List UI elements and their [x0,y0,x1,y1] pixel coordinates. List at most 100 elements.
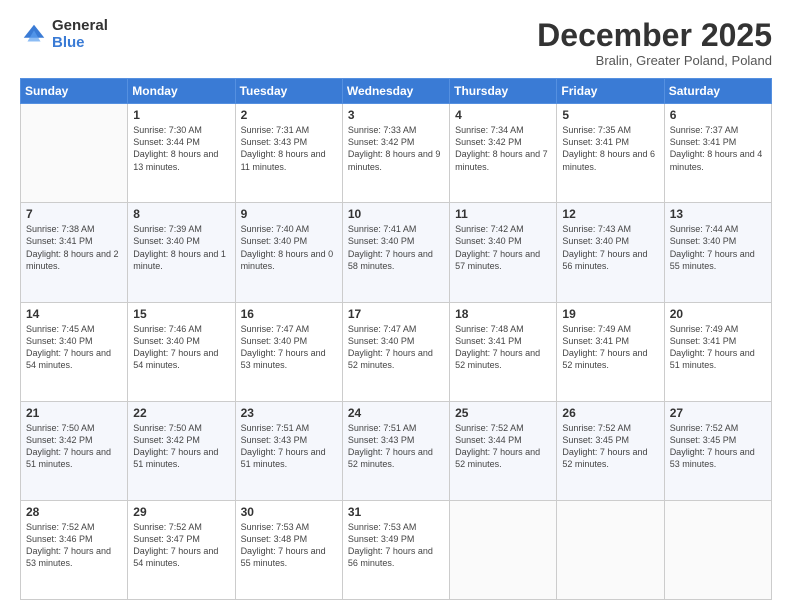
calendar-cell: 14Sunrise: 7:45 AMSunset: 3:40 PMDayligh… [21,302,128,401]
cell-info: Sunrise: 7:30 AMSunset: 3:44 PMDaylight:… [133,124,229,173]
calendar-cell: 19 Sunrise: 7:49 AMSunset: 3:41 PMDayligh… [557,302,664,401]
day-header-wednesday: Wednesday [342,79,449,104]
calendar-cell: 4Sunrise: 7:34 AMSunset: 3:42 PMDaylight… [450,104,557,203]
calendar-cell: 30 Sunrise: 7:53 AMSunset: 3:48 PMDayligh… [235,500,342,599]
day-number: 17 [348,307,444,321]
location: Bralin, Greater Poland, Poland [537,53,772,68]
calendar-cell: 7Sunrise: 7:38 AMSunset: 3:41 PMDaylight… [21,203,128,302]
calendar-cell: 1 Sunrise: 7:30 AMSunset: 3:44 PMDaylight… [128,104,235,203]
month-title: December 2025 [537,18,772,53]
calendar-cell: 16Sunrise: 7:47 AMSunset: 3:40 PMDayligh… [235,302,342,401]
day-header-friday: Friday [557,79,664,104]
week-row-5: 28Sunrise: 7:52 AMSunset: 3:46 PMDayligh… [21,500,772,599]
day-number: 27 [670,406,766,420]
cell-info: Sunrise: 7:43 AMSunset: 3:40 PMDaylight:… [562,223,658,272]
cell-info: Sunrise: 7:47 AMSunset: 3:40 PMDaylight:… [241,323,337,372]
cell-info: Sunrise: 7:38 AMSunset: 3:41 PMDaylight:… [26,223,122,272]
calendar-cell: 5 Sunrise: 7:35 AMSunset: 3:41 PMDaylight… [557,104,664,203]
cell-info: Sunrise: 7:34 AMSunset: 3:42 PMDaylight:… [455,124,551,173]
cell-info: Sunrise: 7:37 AMSunset: 3:41 PMDaylight:… [670,124,766,173]
week-row-2: 7Sunrise: 7:38 AMSunset: 3:41 PMDaylight… [21,203,772,302]
day-number: 3 [348,108,444,122]
day-number: 18 [455,307,551,321]
day-number: 29 [133,505,229,519]
cell-info: Sunrise: 7:41 AMSunset: 3:40 PMDaylight:… [348,223,444,272]
calendar-cell [557,500,664,599]
calendar-cell [450,500,557,599]
calendar-cell: 18 Sunrise: 7:48 AMSunset: 3:41 PMDayligh… [450,302,557,401]
cell-info: Sunrise: 7:48 AMSunset: 3:41 PMDaylight:… [455,323,551,372]
header: General Blue December 2025 Bralin, Great… [20,18,772,68]
cell-info: Sunrise: 7:42 AMSunset: 3:40 PMDaylight:… [455,223,551,272]
day-number: 6 [670,108,766,122]
day-number: 19 [562,307,658,321]
day-number: 1 [133,108,229,122]
cell-info: Sunrise: 7:53 AMSunset: 3:49 PMDaylight:… [348,521,444,570]
header-row: SundayMondayTuesdayWednesdayThursdayFrid… [21,79,772,104]
week-row-1: 1 Sunrise: 7:30 AMSunset: 3:44 PMDaylight… [21,104,772,203]
day-number: 5 [562,108,658,122]
calendar-cell: 31 Sunrise: 7:53 AMSunset: 3:49 PMDayligh… [342,500,449,599]
week-row-3: 14Sunrise: 7:45 AMSunset: 3:40 PMDayligh… [21,302,772,401]
calendar-cell [664,500,771,599]
calendar-cell: 2 Sunrise: 7:31 AMSunset: 3:43 PMDaylight… [235,104,342,203]
day-header-tuesday: Tuesday [235,79,342,104]
page: General Blue December 2025 Bralin, Great… [0,0,792,612]
cell-info: Sunrise: 7:51 AMSunset: 3:43 PMDaylight:… [348,422,444,471]
day-number: 9 [241,207,337,221]
calendar-table: SundayMondayTuesdayWednesdayThursdayFrid… [20,78,772,600]
calendar-cell: 12 Sunrise: 7:43 AMSunset: 3:40 PMDayligh… [557,203,664,302]
cell-info: Sunrise: 7:51 AMSunset: 3:43 PMDaylight:… [241,422,337,471]
title-block: December 2025 Bralin, Greater Poland, Po… [537,18,772,68]
calendar-cell: 25 Sunrise: 7:52 AMSunset: 3:44 PMDayligh… [450,401,557,500]
week-row-4: 21 Sunrise: 7:50 AMSunset: 3:42 PMDayligh… [21,401,772,500]
cell-info: Sunrise: 7:52 AMSunset: 3:45 PMDaylight:… [670,422,766,471]
cell-info: Sunrise: 7:52 AMSunset: 3:44 PMDaylight:… [455,422,551,471]
cell-info: Sunrise: 7:31 AMSunset: 3:43 PMDaylight:… [241,124,337,173]
calendar-cell [21,104,128,203]
day-number: 22 [133,406,229,420]
day-number: 15 [133,307,229,321]
day-header-sunday: Sunday [21,79,128,104]
day-number: 2 [241,108,337,122]
day-number: 28 [26,505,122,519]
calendar-cell: 29 Sunrise: 7:52 AMSunset: 3:47 PMDayligh… [128,500,235,599]
calendar-cell: 27 Sunrise: 7:52 AMSunset: 3:45 PMDayligh… [664,401,771,500]
cell-info: Sunrise: 7:47 AMSunset: 3:40 PMDaylight:… [348,323,444,372]
calendar-cell: 11 Sunrise: 7:42 AMSunset: 3:40 PMDayligh… [450,203,557,302]
day-number: 24 [348,406,444,420]
calendar-cell: 9 Sunrise: 7:40 AMSunset: 3:40 PMDaylight… [235,203,342,302]
cell-info: Sunrise: 7:50 AMSunset: 3:42 PMDaylight:… [26,422,122,471]
day-number: 23 [241,406,337,420]
day-number: 11 [455,207,551,221]
calendar-cell: 10Sunrise: 7:41 AMSunset: 3:40 PMDayligh… [342,203,449,302]
calendar-cell: 24 Sunrise: 7:51 AMSunset: 3:43 PMDayligh… [342,401,449,500]
day-number: 21 [26,406,122,420]
calendar-cell: 28Sunrise: 7:52 AMSunset: 3:46 PMDayligh… [21,500,128,599]
cell-info: Sunrise: 7:52 AMSunset: 3:47 PMDaylight:… [133,521,229,570]
day-number: 14 [26,307,122,321]
cell-info: Sunrise: 7:49 AMSunset: 3:41 PMDaylight:… [670,323,766,372]
calendar-cell: 23 Sunrise: 7:51 AMSunset: 3:43 PMDayligh… [235,401,342,500]
day-number: 30 [241,505,337,519]
day-header-monday: Monday [128,79,235,104]
cell-info: Sunrise: 7:49 AMSunset: 3:41 PMDaylight:… [562,323,658,372]
logo: General Blue [20,18,108,51]
day-number: 31 [348,505,444,519]
day-number: 12 [562,207,658,221]
day-header-saturday: Saturday [664,79,771,104]
cell-info: Sunrise: 7:40 AMSunset: 3:40 PMDaylight:… [241,223,337,272]
logo-blue-text: Blue [52,35,108,52]
calendar-cell: 8Sunrise: 7:39 AMSunset: 3:40 PMDaylight… [128,203,235,302]
calendar-cell: 3 Sunrise: 7:33 AMSunset: 3:42 PMDaylight… [342,104,449,203]
day-number: 13 [670,207,766,221]
day-number: 26 [562,406,658,420]
cell-info: Sunrise: 7:39 AMSunset: 3:40 PMDaylight:… [133,223,229,272]
calendar-cell: 20Sunrise: 7:49 AMSunset: 3:41 PMDayligh… [664,302,771,401]
cell-info: Sunrise: 7:53 AMSunset: 3:48 PMDaylight:… [241,521,337,570]
cell-info: Sunrise: 7:33 AMSunset: 3:42 PMDaylight:… [348,124,444,173]
day-header-thursday: Thursday [450,79,557,104]
cell-info: Sunrise: 7:52 AMSunset: 3:45 PMDaylight:… [562,422,658,471]
day-number: 25 [455,406,551,420]
cell-info: Sunrise: 7:35 AMSunset: 3:41 PMDaylight:… [562,124,658,173]
